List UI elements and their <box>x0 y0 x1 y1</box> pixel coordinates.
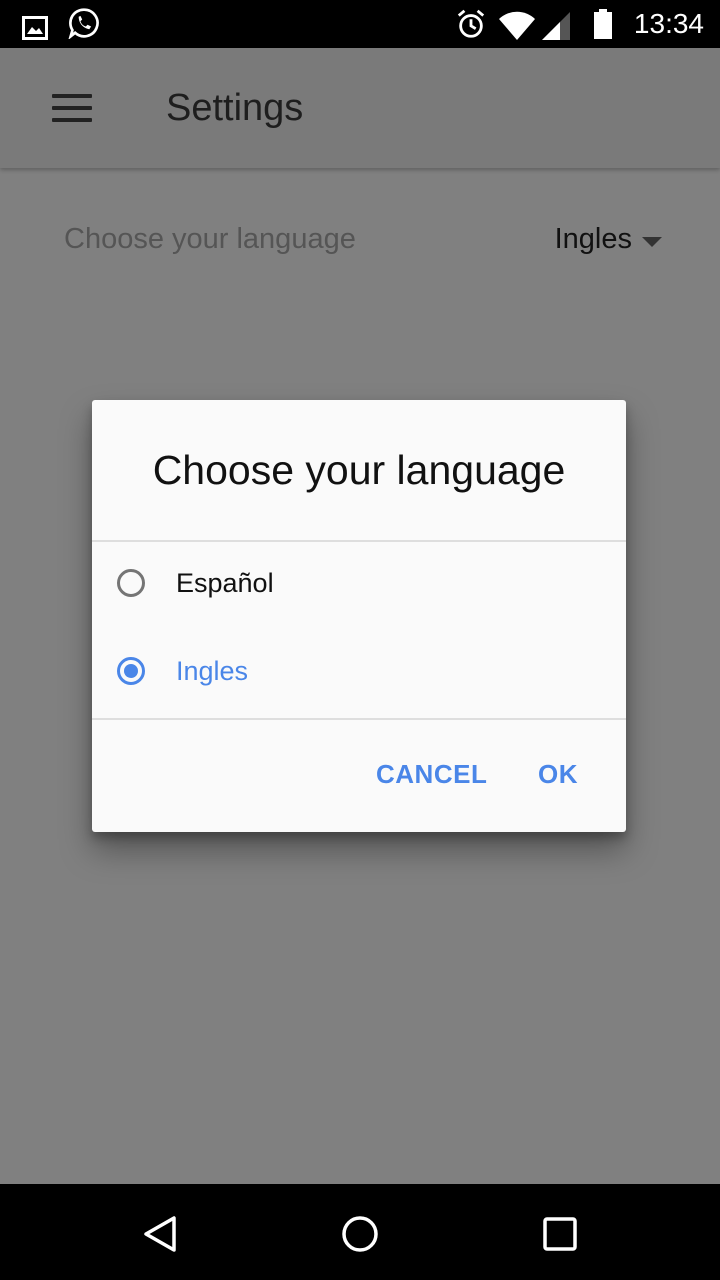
signal-icon <box>542 12 570 40</box>
option-label: Español <box>176 568 274 598</box>
screen: 13:34 Settings Choose your language Ingl… <box>0 0 720 1280</box>
navigation-bar <box>0 1184 720 1280</box>
language-dialog: Choose your language Español Ingles CANC… <box>92 400 626 832</box>
radio-unchecked-icon[interactable] <box>117 569 145 597</box>
radio-checked-icon[interactable] <box>117 657 145 685</box>
language-setting-row[interactable]: Choose your language Ingles <box>0 205 720 281</box>
status-bar: 13:34 <box>0 0 720 48</box>
hamburger-menu-icon[interactable] <box>52 94 92 122</box>
wifi-icon <box>499 11 535 41</box>
language-option-espanol[interactable]: Español <box>92 542 626 630</box>
language-dropdown-value[interactable]: Ingles <box>555 223 632 256</box>
alarm-icon <box>457 9 485 38</box>
language-setting-label: Choose your language <box>64 223 356 255</box>
home-icon[interactable] <box>340 1214 380 1254</box>
recents-icon[interactable] <box>540 1214 580 1254</box>
cancel-button[interactable]: CANCEL <box>376 754 487 794</box>
clock: 13:34 <box>633 8 704 39</box>
option-label: Ingles <box>176 656 249 686</box>
ok-button[interactable]: OK <box>538 754 578 794</box>
page-title: Settings <box>166 87 304 129</box>
language-option-ingles[interactable]: Ingles <box>92 630 626 718</box>
back-icon[interactable] <box>140 1214 180 1254</box>
dialog-title: Choose your language <box>152 447 566 493</box>
gallery-icon <box>22 16 48 40</box>
battery-icon <box>594 9 612 39</box>
dropdown-arrow-icon[interactable] <box>642 237 662 247</box>
app-bar: Settings <box>0 48 720 168</box>
whatsapp-icon <box>68 8 99 39</box>
dialog-divider-bottom <box>92 718 626 720</box>
